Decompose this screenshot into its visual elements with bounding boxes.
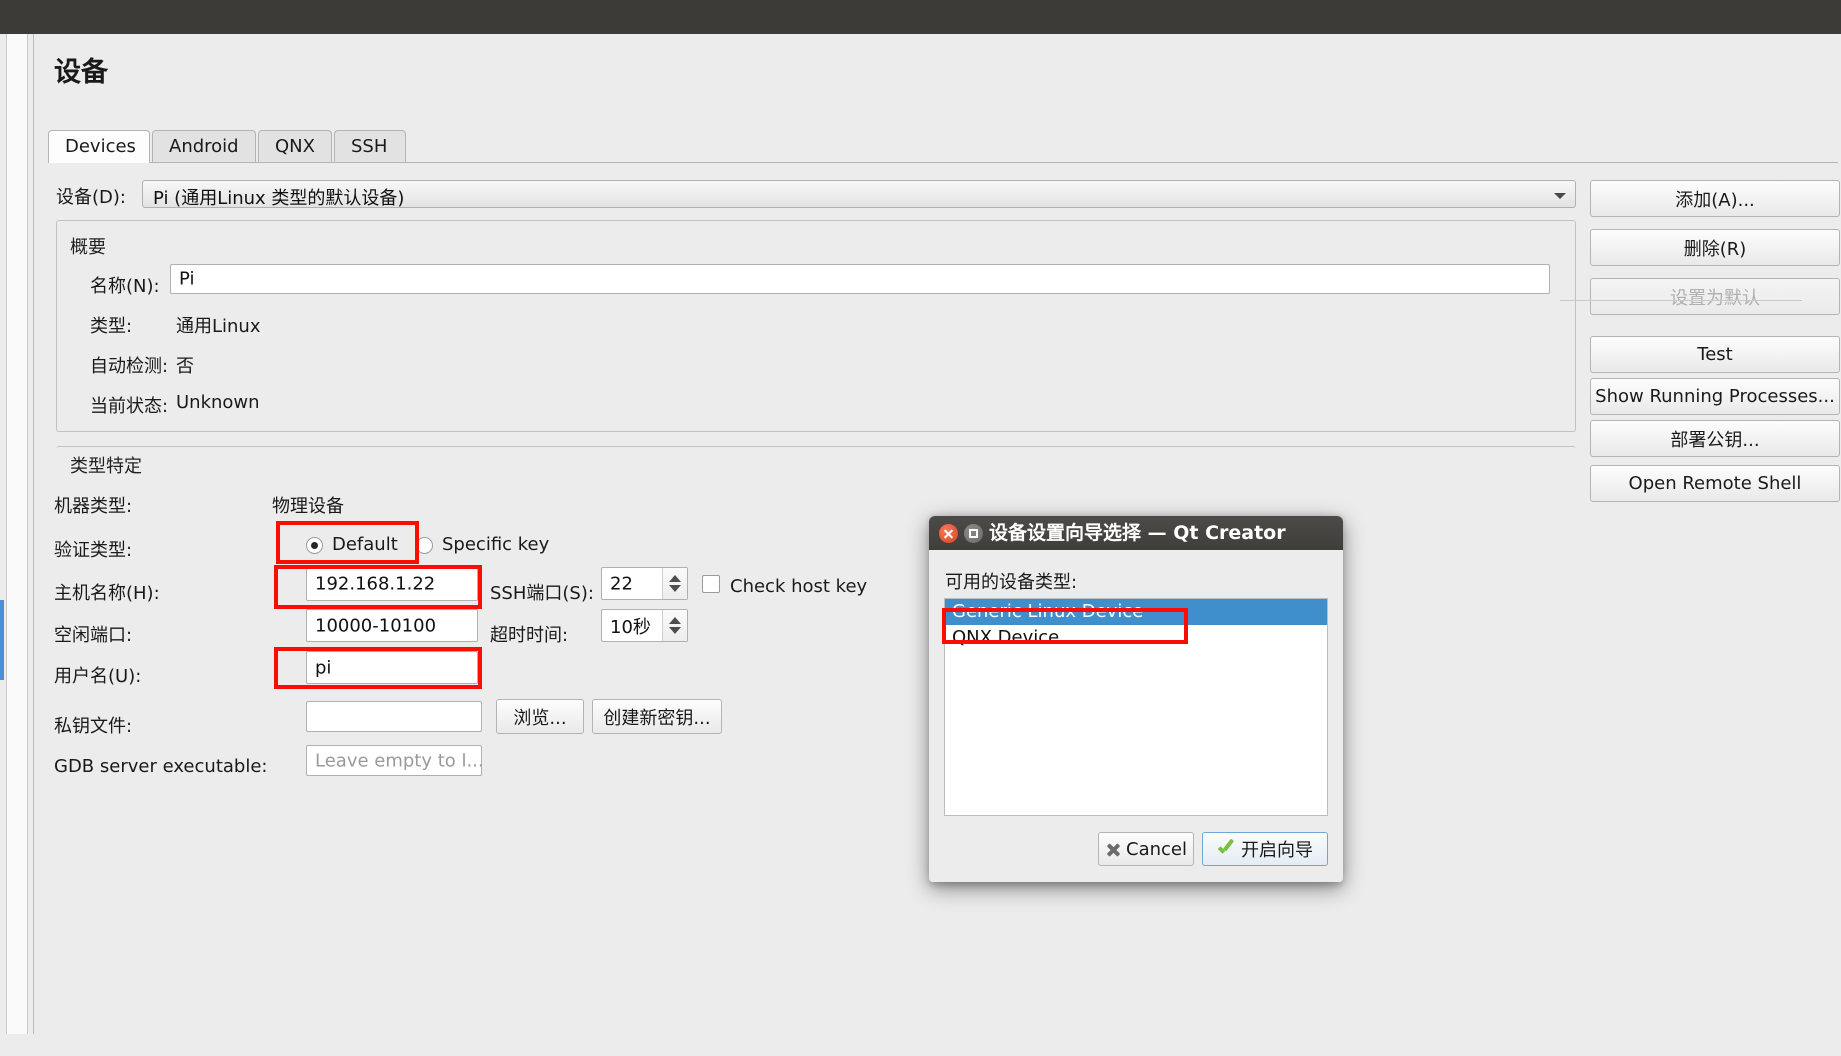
timeout-label: 超时时间: (490, 625, 569, 646)
list-item-generic-linux-device[interactable]: Generic Linux Device (945, 599, 1327, 625)
auth-default-radio[interactable] (306, 537, 323, 554)
free-ports-label: 空闲端口: (54, 625, 133, 646)
device-selector-label: 设备(D): (56, 187, 126, 208)
private-key-label: 私钥文件: (54, 716, 133, 737)
name-input[interactable]: Pi (170, 264, 1550, 294)
auth-specific-key-radio[interactable] (416, 537, 433, 554)
type-specific-group (56, 446, 1576, 1056)
available-device-types-label: 可用的设备类型: (945, 572, 1078, 593)
add-device-button[interactable]: 添加(A)... (1590, 180, 1840, 217)
start-wizard-button-label: 开启向导 (1241, 840, 1313, 861)
gdb-server-placeholder: Leave empty to l... (315, 750, 484, 771)
tab-android[interactable]: Android (152, 130, 256, 162)
tab-qnx[interactable]: QNX (258, 130, 332, 162)
dialog-body: 可用的设备类型: Generic Linux Device QNX Device… (929, 550, 1343, 882)
remove-device-button[interactable]: 删除(R) (1590, 229, 1840, 266)
button-group-divider (1560, 300, 1802, 301)
name-label: 名称(N): (90, 276, 160, 297)
username-input-value: pi (315, 657, 332, 678)
cancel-button-label: Cancel (1126, 838, 1187, 860)
sidebar-active-indicator (0, 600, 4, 680)
host-input-value: 192.168.1.22 (315, 573, 436, 595)
tab-devices[interactable]: Devices (48, 130, 150, 163)
ssh-port-label: SSH端口(S): (490, 583, 594, 604)
ssh-port-spinbox[interactable]: 22 (601, 567, 688, 600)
maximize-icon[interactable] (964, 524, 983, 543)
check-host-key-label[interactable]: Check host key (730, 576, 867, 597)
host-label: 主机名称(H): (54, 583, 160, 604)
stepper-up-icon[interactable] (669, 617, 681, 624)
summary-group-title: 概要 (70, 237, 106, 258)
timeout-spinbox[interactable]: 10秒 (601, 609, 688, 642)
type-value: 通用Linux (176, 316, 261, 337)
stepper-down-icon[interactable] (669, 585, 681, 592)
timeout-value: 10秒 (610, 616, 651, 638)
stepper-down-icon[interactable] (669, 627, 681, 634)
checkmark-icon (1217, 841, 1235, 857)
left-rail-strip (7, 34, 27, 1034)
device-wizard-dialog: 设备设置向导选择 — Qt Creator 可用的设备类型: Generic L… (929, 516, 1343, 882)
current-state-label: 当前状态: (90, 396, 169, 417)
autodetect-label: 自动检测: (90, 356, 169, 377)
check-host-key-checkbox[interactable] (702, 575, 720, 593)
gdb-server-input[interactable]: Leave empty to l... (306, 745, 484, 776)
ssh-port-value: 22 (610, 573, 633, 594)
free-ports-value: 10000-10100 (315, 615, 437, 636)
stepper-up-icon[interactable] (669, 575, 681, 582)
auth-type-label: 验证类型: (54, 540, 133, 561)
dialog-title: 设备设置向导选择 — Qt Creator (989, 522, 1286, 544)
start-wizard-button[interactable]: 开启向导 (1202, 832, 1328, 866)
machine-type-label: 机器类型: (54, 496, 133, 517)
set-as-default-button: 设置为默认 (1590, 278, 1840, 315)
auth-specific-key-text: Specific key (442, 534, 550, 555)
left-rail-divider-2 (27, 34, 28, 1034)
name-input-value: Pi (179, 268, 195, 290)
tab-ssh[interactable]: SSH (334, 130, 406, 162)
open-remote-shell-button[interactable]: Open Remote Shell (1590, 465, 1840, 502)
device-selector-combobox[interactable]: Pi (通用Linux 类型的默认设备) (142, 180, 1576, 209)
gdb-server-label: GDB server executable: (54, 756, 268, 777)
username-input[interactable]: pi (306, 651, 478, 684)
dialog-title-bar[interactable]: 设备设置向导选择 — Qt Creator (929, 516, 1343, 550)
autodetect-value: 否 (176, 356, 194, 377)
deploy-public-key-button[interactable]: 部署公钥... (1590, 420, 1840, 457)
test-button[interactable]: Test (1590, 336, 1840, 373)
auth-default-label[interactable]: Default (332, 534, 398, 555)
list-item-qnx-device[interactable]: QNX Device (945, 625, 1327, 651)
ssh-port-stepper[interactable] (662, 568, 687, 599)
host-input[interactable]: 192.168.1.22 (306, 567, 478, 601)
page-title: 设备 (54, 57, 108, 88)
device-type-list[interactable]: Generic Linux Device QNX Device (944, 598, 1328, 816)
device-selector-row: 设备(D): Pi (通用Linux 类型的默认设备) (56, 180, 1576, 209)
free-ports-input[interactable]: 10000-10100 (306, 609, 478, 642)
tab-bar: Devices Android QNX SSH (48, 130, 1838, 163)
close-icon[interactable] (939, 524, 958, 543)
current-state-value: Unknown (176, 392, 260, 413)
private-key-input[interactable] (306, 701, 482, 732)
chevron-down-icon (1554, 193, 1566, 199)
auth-specific-key-label[interactable]: Specific key (442, 534, 549, 555)
show-running-processes-button[interactable]: Show Running Processes... (1590, 378, 1840, 415)
create-new-key-button[interactable]: 创建新密钥... (592, 699, 722, 734)
device-selector-value: Pi (通用Linux 类型的默认设备) (153, 188, 405, 209)
type-label: 类型: (90, 316, 133, 337)
machine-type-value: 物理设备 (272, 496, 344, 517)
browse-button[interactable]: 浏览... (496, 699, 584, 734)
username-label: 用户名(U): (54, 666, 142, 687)
cancel-x-icon (1105, 841, 1121, 857)
timeout-stepper[interactable] (662, 610, 687, 641)
summary-group (56, 220, 1576, 432)
type-specific-group-title: 类型特定 (70, 456, 142, 477)
cancel-button[interactable]: Cancel (1098, 832, 1194, 866)
window-title-bar (0, 0, 1841, 34)
